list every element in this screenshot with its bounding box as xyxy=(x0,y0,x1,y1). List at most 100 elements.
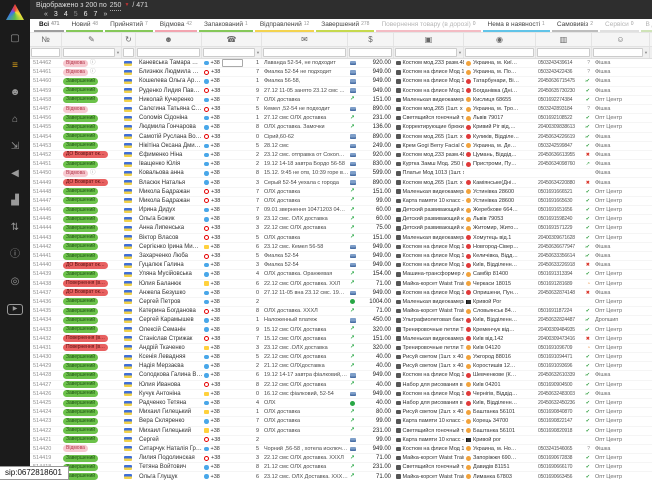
phone-cell[interactable]: +38 8 xyxy=(202,381,262,389)
table-row[interactable]: 514454 Завершений ⓘ Самотій Руслана Во… … xyxy=(30,133,652,142)
phone-cell[interactable]: +38 0 xyxy=(202,390,262,398)
phone-cell[interactable]: +38 3 xyxy=(202,261,262,269)
phone-cell[interactable]: +38 9 xyxy=(202,326,262,334)
filter-input-address[interactable] xyxy=(465,48,534,57)
table-row[interactable]: 514437 ДО Возврат ок… ⓘ Анжела Безушко +… xyxy=(30,289,652,298)
table-row[interactable]: 514440 ДО Возврат ок… ⓘ Гуцалюк Галина +… xyxy=(30,261,652,270)
phone-cell[interactable]: +38 6 xyxy=(202,371,262,379)
info-icon[interactable]: ⓘ xyxy=(5,250,25,260)
table-row[interactable]: 514426 Завершений ⓘ Кучук Антоніна +38 0… xyxy=(30,390,652,399)
tab-Новий[interactable]: Новий48 xyxy=(66,19,103,32)
per-page-select[interactable]: 250 xyxy=(110,1,122,11)
tab-Завершений[interactable]: Завершений278 xyxy=(316,19,374,32)
tab-Відмова[interactable]: Відмова42 xyxy=(155,19,197,32)
filter-caret-status[interactable]: ▼ xyxy=(116,50,120,55)
table-row[interactable]: 514430 Завершений ⓘ Ксенія Левадняя +38 … xyxy=(30,353,652,362)
phone-cell[interactable]: +38 8 xyxy=(202,307,262,315)
filter-input-country[interactable] xyxy=(123,48,134,57)
filter-input-client[interactable] xyxy=(137,48,200,57)
tab-Прийнятий[interactable]: Прийнятий7 xyxy=(105,19,153,32)
table-row[interactable]: 514462 Відмова ⓘ Каневська Тамара … +38 … xyxy=(30,59,652,68)
orders-icon[interactable]: ≡ xyxy=(5,61,25,71)
column-header-phone-icon[interactable]: ☎ xyxy=(202,33,262,46)
table-row[interactable]: 514451 Завершений ⓘ Іващенко Юлія +38 2 … xyxy=(30,160,652,169)
table-row[interactable]: 514461 Відмова ⓘ Близнюк Людмила … +38 7… xyxy=(30,68,652,77)
phone-cell[interactable]: +38 6 xyxy=(202,280,262,288)
table-row[interactable]: 514456 Завершений ⓘ Соломія Сідоніна +38… xyxy=(30,114,652,123)
column-header-manager-icon[interactable]: ☺ xyxy=(592,33,650,46)
table-row[interactable]: 514446 Завершений ⓘ Ирина Дидух +38 7 09… xyxy=(30,206,652,215)
table-row[interactable]: 514457 Відмова ⓘ Салєгина Татьяна С… +38… xyxy=(30,105,652,114)
page-6[interactable]: 6 xyxy=(84,10,88,19)
phone-cell[interactable]: +38 7 xyxy=(202,188,262,196)
phone-cell[interactable]: +38 2 xyxy=(202,298,262,306)
reports-icon[interactable]: ▟ xyxy=(5,196,25,206)
last-page-button[interactable]: » xyxy=(103,10,107,19)
web-icon[interactable]: ◎ xyxy=(5,277,25,287)
phone-cell[interactable]: +38 7 xyxy=(202,197,262,205)
phone-cell[interactable]: +38 7 xyxy=(202,96,262,104)
table-row[interactable]: 514418 Завершений ⓘ Тетяна Войтович +38 … xyxy=(30,463,652,472)
tab-В дорозі додому[interactable]: В дорозі додому0 xyxy=(641,19,652,32)
phone-cell[interactable]: +38 0 xyxy=(202,133,262,141)
table-row[interactable]: 514459 Завершений ⓘ Руденко Лидия Пав… +… xyxy=(30,87,652,96)
app-logo-icon[interactable] xyxy=(6,4,24,20)
column-header-comment-icon[interactable]: ✉ xyxy=(262,33,348,46)
page-7[interactable]: 7 xyxy=(94,10,98,19)
table-row[interactable]: 514427 Завершений ⓘ Юлия Иванова +38 8 2… xyxy=(30,381,652,390)
phone-cell[interactable]: +38 1 xyxy=(202,77,262,85)
filter-caret-manager[interactable]: ▼ xyxy=(644,50,648,55)
phone-cell[interactable]: +38 3 xyxy=(202,224,262,232)
table-row[interactable]: 514439 Завершений ⓘ Уляна Мусійовська +3… xyxy=(30,270,652,279)
phone-cell[interactable]: +38 5 xyxy=(202,234,262,242)
table-row[interactable]: 514460 Завершений ⓘ Кошелева Ольга Ар… +… xyxy=(30,77,652,86)
table-row[interactable]: 514450 Відмова ⓘ Ковальова анна +38 8 15… xyxy=(30,169,652,178)
phone-cell[interactable]: +38 1 xyxy=(202,316,262,324)
table-row[interactable]: 514445 Завершений ⓘ Ольга Божик +38 9 23… xyxy=(30,215,652,224)
table-row[interactable]: 514429 Завершений ⓘ Надія Мерзаєва +38 2… xyxy=(30,362,652,371)
column-header-id-icon[interactable]: № xyxy=(30,33,62,46)
phone-cell[interactable]: +38 0 xyxy=(202,289,262,297)
page-5[interactable]: 5 xyxy=(74,10,78,19)
table-row[interactable]: 514417 Завершений ⓘ Ольга Глущук +38 6 2… xyxy=(30,472,652,480)
table-row[interactable]: 514423 Завершений ⓘ Вера Скляренко +38 7… xyxy=(30,417,652,426)
table-row[interactable]: 514425 Завершений ⓘ Радченко Тетяна +38 … xyxy=(30,399,652,408)
filter-input-phone[interactable] xyxy=(203,48,255,57)
phone-cell[interactable]: +38 2 xyxy=(202,436,262,444)
tab-Всі[interactable]: Всі471 xyxy=(34,19,64,32)
table-row[interactable]: 514449 ДО Возврат ок… ⓘ Власюк Наталья +… xyxy=(30,178,652,187)
table-row[interactable]: 514419 Завершений ⓘ Лилия Подолинская +3… xyxy=(30,454,652,463)
phone-cell[interactable]: +38 6 xyxy=(202,473,262,480)
phone-cell[interactable]: +38 5 xyxy=(202,445,262,453)
phone-cell[interactable]: +38 2 xyxy=(202,362,262,370)
filter-input-id[interactable] xyxy=(31,48,60,57)
tab-Сервіси[interactable]: Сервіси0 xyxy=(600,19,638,32)
video-icon[interactable]: ▶ xyxy=(7,304,23,315)
table-row[interactable]: 514438 Повернення (в… ⓘ Юлия Баланюк +38… xyxy=(30,280,652,289)
table-row[interactable]: 514448 Завершений ⓘ Микола Бадражан +38 … xyxy=(30,188,652,197)
table-row[interactable]: 514433 Завершений ⓘ Олексій Семанін +38 … xyxy=(30,325,652,334)
phone-cell[interactable]: +38 8 xyxy=(202,123,262,131)
table-row[interactable]: 514442 Завершений ⓘ Сергієнко Ірина Ми… … xyxy=(30,243,652,252)
phone-cell[interactable]: +38 1 xyxy=(202,114,262,122)
tab-Самовивіз[interactable]: Самовивіз2 xyxy=(552,19,598,32)
table-row[interactable]: 514444 Завершений ⓘ Анна Липенська +38 3… xyxy=(30,224,652,233)
table-row[interactable]: 514428 Завершений ⓘ Солодкова Галина В… … xyxy=(30,371,652,380)
filter-input-product[interactable] xyxy=(395,48,457,57)
phone-cell[interactable]: +38 3 xyxy=(202,454,262,462)
filter-caret-phone[interactable]: ▼ xyxy=(256,50,260,55)
phone-edit-input[interactable] xyxy=(222,59,243,67)
column-header-price-icon[interactable]: $ xyxy=(348,33,394,46)
phone-cell[interactable]: +38 3 xyxy=(202,179,262,187)
table-row[interactable]: 514447 Завершений ⓘ Микола Бадражан +38 … xyxy=(30,197,652,206)
column-header-country-icon[interactable]: ↻ xyxy=(122,33,136,46)
phone-cell[interactable]: +38 2 xyxy=(202,160,262,168)
table-row[interactable]: 514435 Завершений ⓘ Катерина Богданова +… xyxy=(30,307,652,316)
table-row[interactable]: 514452 ДО Возврат ок… ⓘ Єфименко Ніна +3… xyxy=(30,151,652,160)
purchases-icon[interactable]: ⇲ xyxy=(5,142,25,152)
table-row[interactable]: 514455 Завершений ⓘ Людмила Гончарова +3… xyxy=(30,123,652,132)
column-header-client-icon[interactable]: ☻ xyxy=(136,33,202,46)
table-row[interactable]: 514431 Повернення (в… ⓘ Андрій Ткаченко … xyxy=(30,344,652,353)
tab-Запакований[interactable]: Запакований1 xyxy=(199,19,253,32)
phone-cell[interactable]: +38 7 xyxy=(202,68,262,76)
